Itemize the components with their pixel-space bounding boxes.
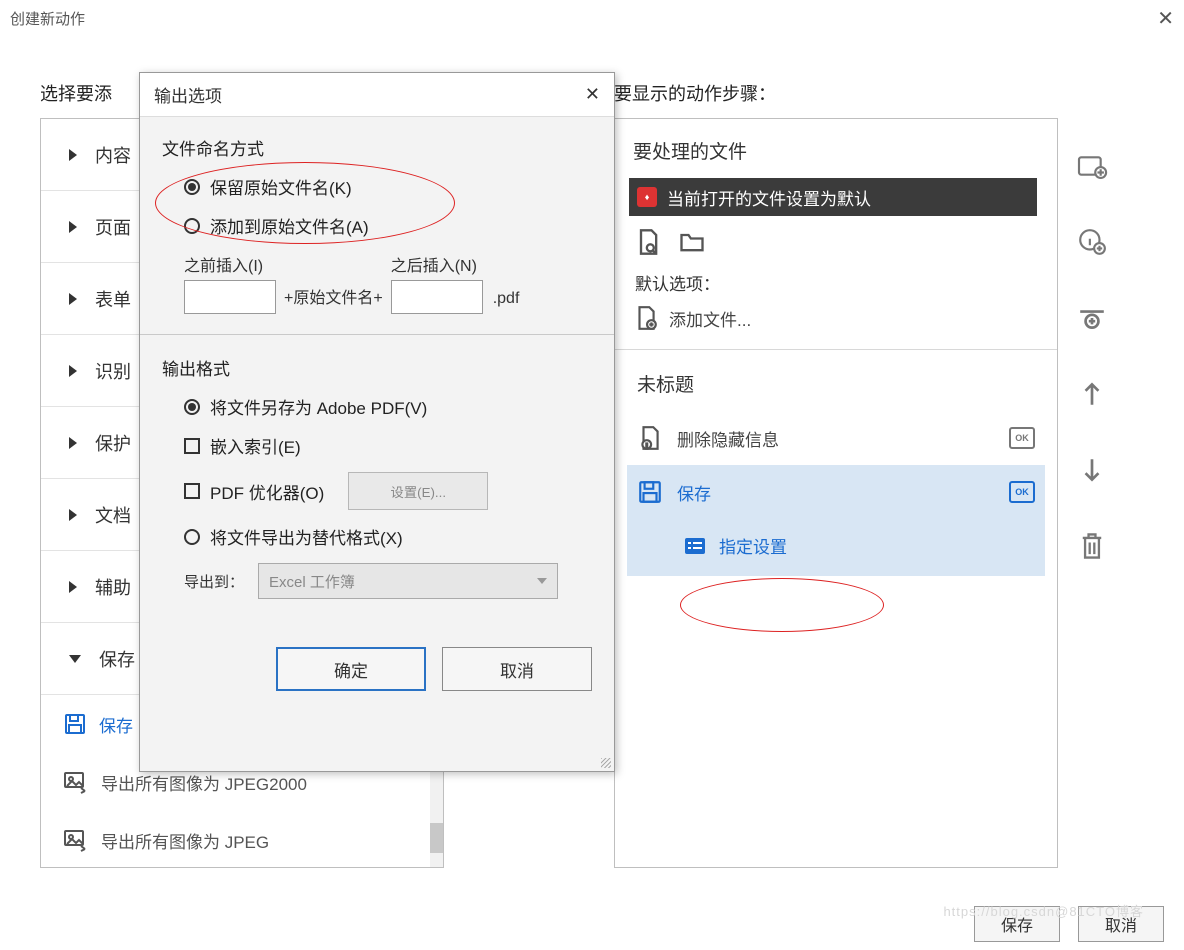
add-files-row[interactable]: 添加文件...	[633, 305, 1045, 331]
file-add-icon	[633, 305, 659, 331]
ok-badge-icon: OK	[1009, 481, 1035, 503]
after-insert-input[interactable]	[391, 280, 483, 314]
window-title: 创建新动作	[10, 8, 85, 29]
default-options-label: 默认选项：	[635, 270, 1045, 295]
right-section-label: 要显示的动作步骤：	[614, 80, 776, 106]
middle-label: +原始文件名+	[284, 284, 383, 308]
caret-right-icon	[69, 509, 77, 521]
before-insert-label: 之前插入(I)	[184, 252, 276, 276]
add-divider-icon[interactable]	[1074, 302, 1110, 334]
radio-icon	[184, 179, 200, 195]
naming-section-title: 文件命名方式	[162, 135, 592, 160]
format-section-title: 输出格式	[162, 355, 592, 380]
divider	[615, 349, 1057, 350]
dialog-titlebar: 输出选项 ✕	[140, 73, 614, 117]
cancel-button[interactable]: 取消	[442, 647, 592, 691]
ok-badge-icon: OK	[1009, 427, 1035, 449]
radio-icon	[184, 529, 200, 545]
insert-row: 之前插入(I) +原始文件名+ 之后插入(N) .pdf	[184, 252, 592, 314]
caret-right-icon	[69, 365, 77, 377]
dialog-divider	[140, 334, 614, 335]
window-titlebar: 创建新动作 ✕	[0, 0, 1184, 36]
checkbox-icon	[184, 483, 200, 499]
steps-panel: 要处理的文件 ♦ 当前打开的文件设置为默认 默认选项： 添加文件... 未标题 …	[614, 118, 1058, 868]
folder-icon[interactable]	[677, 228, 707, 256]
bottom-button-bar: 保存 取消	[974, 906, 1164, 942]
specify-settings-link[interactable]: 指定设置	[627, 519, 1045, 576]
chevron-down-icon	[537, 578, 547, 584]
svg-text:i: i	[646, 443, 648, 450]
files-heading: 要处理的文件	[633, 137, 1045, 164]
step-save[interactable]: 保存 OK	[627, 465, 1045, 519]
step-delete-hidden[interactable]: i 删除隐藏信息 OK	[627, 411, 1045, 465]
scrollbar-thumb[interactable]	[430, 823, 443, 853]
pdf-badge-icon: ♦	[637, 187, 657, 207]
check-pdf-optimizer[interactable]: PDF 优化器(O) 设置(E)...	[184, 472, 592, 510]
output-options-dialog: 输出选项 ✕ 文件命名方式 保留原始文件名(K) 添加到原始文件名(A) 之前插…	[139, 72, 615, 772]
export-to-label: 导出到：	[184, 571, 244, 592]
before-insert-input[interactable]	[184, 280, 276, 314]
extension-label: .pdf	[493, 290, 520, 308]
radio-icon	[184, 218, 200, 234]
add-info-icon[interactable]	[1074, 226, 1110, 258]
file-search-icon[interactable]	[633, 228, 663, 256]
floppy-icon	[63, 712, 87, 736]
caret-right-icon	[69, 437, 77, 449]
checkbox-icon	[184, 438, 200, 454]
dialog-title: 输出选项	[154, 82, 222, 107]
caret-right-icon	[69, 581, 77, 593]
side-toolbar	[1074, 150, 1110, 562]
radio-export-alt[interactable]: 将文件导出为替代格式(X)	[184, 524, 592, 549]
after-insert-label: 之后插入(N)	[391, 252, 483, 276]
ok-button[interactable]: 确定	[276, 647, 426, 691]
subitem-export-jpeg[interactable]: 导出所有图像为 JPEG	[53, 811, 443, 869]
export-to-row: 导出到： Excel 工作簿	[184, 563, 592, 599]
move-down-icon[interactable]	[1074, 454, 1110, 486]
left-section-label: 选择要添	[40, 80, 112, 106]
caret-right-icon	[69, 149, 77, 161]
radio-keep-original[interactable]: 保留原始文件名(K)	[184, 174, 592, 199]
caret-right-icon	[69, 293, 77, 305]
radio-icon	[184, 399, 200, 415]
cancel-button-bottom[interactable]: 取消	[1078, 906, 1164, 942]
move-up-icon[interactable]	[1074, 378, 1110, 410]
delete-icon[interactable]	[1074, 530, 1110, 562]
untitled-label: 未标题	[637, 370, 1045, 397]
settings-button[interactable]: 设置(E)...	[348, 472, 488, 510]
image-export-icon	[63, 770, 89, 794]
check-embed-index[interactable]: 嵌入索引(E)	[184, 433, 592, 458]
floppy-icon	[637, 479, 663, 505]
radio-append-original[interactable]: 添加到原始文件名(A)	[184, 213, 592, 238]
resize-grip-icon[interactable]	[601, 758, 611, 768]
caret-right-icon	[69, 221, 77, 233]
radio-saveas-pdf[interactable]: 将文件另存为 Adobe PDF(V)	[184, 394, 592, 419]
file-info-icon: i	[637, 425, 663, 451]
default-file-row[interactable]: ♦ 当前打开的文件设置为默认	[629, 178, 1037, 216]
window-close-icon[interactable]: ✕	[1157, 6, 1174, 31]
add-folder-icon[interactable]	[1074, 150, 1110, 182]
image-export-icon	[63, 828, 89, 852]
export-format-select[interactable]: Excel 工作簿	[258, 563, 558, 599]
caret-down-icon	[69, 655, 81, 663]
dialog-close-icon[interactable]: ✕	[585, 84, 600, 105]
list-icon	[683, 534, 707, 558]
save-button[interactable]: 保存	[974, 906, 1060, 942]
